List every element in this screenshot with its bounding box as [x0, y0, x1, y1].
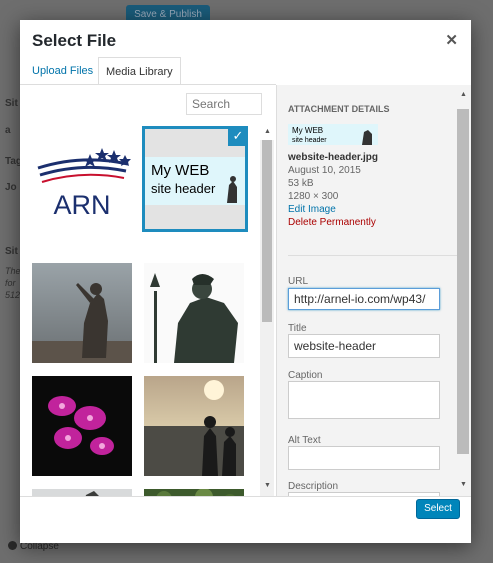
- details-heading: ATTACHMENT DETAILS: [288, 104, 390, 114]
- backdrop-text: The: [0, 266, 21, 276]
- caption-label: Caption: [288, 370, 323, 381]
- delete-permanently-link[interactable]: Delete Permanently: [288, 217, 376, 228]
- modal-tabs: Upload Files Media Library: [20, 57, 471, 85]
- modal-footer: [20, 496, 471, 543]
- title-label: Title: [288, 323, 307, 334]
- media-item[interactable]: [144, 376, 244, 476]
- media-item[interactable]: [144, 263, 244, 363]
- attachment-details: ATTACHMENT DETAILS My WEB site header we…: [276, 85, 471, 496]
- details-date: August 10, 2015: [288, 165, 361, 176]
- details-thumbnail: My WEB site header: [288, 124, 378, 145]
- details-dimensions: 1280 × 300: [288, 191, 339, 202]
- media-item[interactable]: [32, 489, 132, 496]
- scroll-up-icon[interactable]: ▲: [264, 128, 271, 135]
- url-label: URL: [288, 276, 309, 287]
- arn-logo-text: ARN: [53, 190, 110, 220]
- details-scrollbar-thumb[interactable]: [457, 109, 469, 454]
- details-divider: [288, 255, 458, 256]
- description-label: Description: [288, 481, 339, 492]
- media-item[interactable]: ARN: [32, 128, 132, 228]
- alt-text-label: Alt Text: [288, 435, 321, 446]
- check-icon[interactable]: ✓: [228, 129, 245, 146]
- media-item[interactable]: [32, 376, 132, 476]
- svg-text:My WEB: My WEB: [151, 162, 209, 179]
- media-item[interactable]: [144, 489, 244, 496]
- svg-text:site header: site header: [151, 181, 216, 196]
- foliage-partial-image: [144, 489, 244, 496]
- statue-partial-image: [32, 489, 132, 496]
- backdrop-text: Sit: [0, 98, 20, 109]
- details-scroll-down-icon[interactable]: ▼: [460, 481, 467, 488]
- backdrop-text: Tag: [0, 156, 22, 167]
- details-thumbnail-image: My WEB site header: [288, 124, 378, 145]
- arn-logo-image: ARN: [32, 128, 132, 228]
- backdrop-text: 512: [0, 290, 20, 300]
- title-field[interactable]: [288, 334, 440, 358]
- scrollbar-thumb[interactable]: [262, 140, 272, 322]
- media-item[interactable]: [32, 263, 132, 363]
- backdrop-text: for: [0, 278, 20, 288]
- tab-media-library[interactable]: Media Library: [98, 57, 181, 85]
- caption-field[interactable]: [288, 381, 440, 419]
- details-scroll-up-icon[interactable]: ▲: [460, 91, 467, 98]
- neptune-statue-image: [144, 263, 244, 363]
- backdrop-text: Jo: [0, 182, 20, 193]
- statue-evening-image: [32, 263, 132, 363]
- select-button[interactable]: Select: [416, 499, 460, 519]
- details-scrollbar[interactable]: [457, 99, 469, 489]
- search-input[interactable]: [186, 93, 262, 115]
- tabs-divider: [20, 84, 276, 85]
- scroll-down-icon[interactable]: ▼: [264, 482, 271, 489]
- media-modal: Select File ✕ Upload Files Media Library…: [20, 20, 471, 543]
- media-grid-scrollbar[interactable]: [260, 140, 274, 496]
- modal-title: Select File: [32, 31, 117, 50]
- media-item-selected[interactable]: My WEB site header ✓: [142, 126, 248, 232]
- close-icon[interactable]: ✕: [445, 31, 458, 49]
- sunset-people-image: [144, 376, 244, 476]
- orchids-image: [32, 376, 132, 476]
- details-filename: website-header.jpg: [288, 152, 379, 163]
- alt-text-field[interactable]: [288, 446, 440, 470]
- tab-upload-files[interactable]: Upload Files: [25, 57, 100, 85]
- details-size: 53 kB: [288, 178, 314, 189]
- svg-text:site header: site header: [292, 137, 327, 144]
- url-field[interactable]: [288, 288, 440, 310]
- backdrop-text: a: [0, 125, 20, 136]
- edit-image-link[interactable]: Edit Image: [288, 204, 336, 215]
- media-grid: ARN My WEB site header ✓: [20, 120, 260, 496]
- backdrop-text: Sit: [0, 246, 20, 257]
- svg-text:My WEB: My WEB: [292, 126, 323, 135]
- collapse-icon: [8, 541, 17, 550]
